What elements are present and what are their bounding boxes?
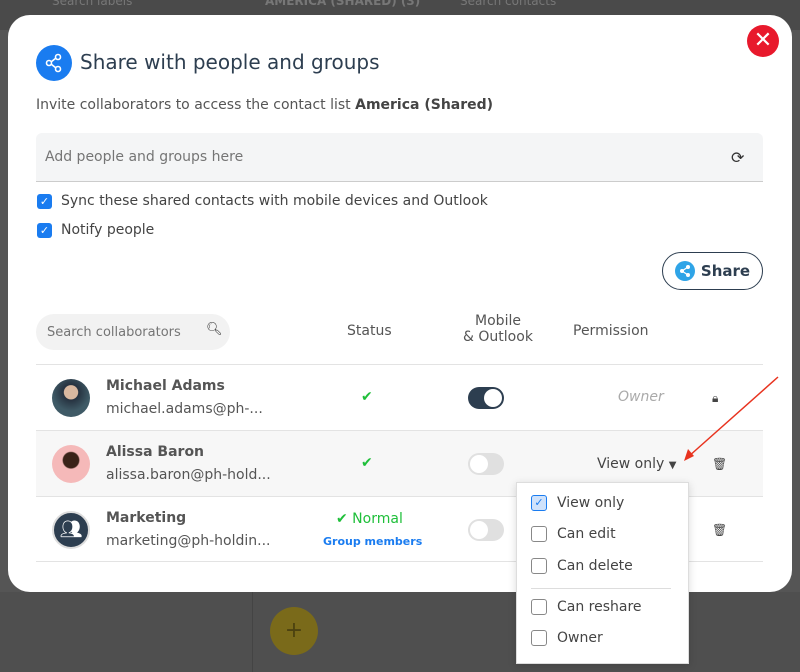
menu-item-owner[interactable]: Owner <box>531 630 603 646</box>
bg-list-header: AMERICA (SHARED) (3) <box>265 0 421 8</box>
avatar <box>52 445 90 483</box>
menu-item-can-reshare[interactable]: Can reshare <box>531 599 642 615</box>
notify-checkbox-row[interactable]: ✓ Notify people <box>37 222 154 238</box>
collaborator-name: Marketing <box>106 510 187 526</box>
dialog-title: Share with people and groups <box>80 50 380 74</box>
status-check-icon: ✔ <box>361 389 373 405</box>
collaborator-email: marketing@ph-holdin... <box>106 533 271 549</box>
list-name: America (Shared) <box>355 97 494 113</box>
column-status: Status <box>347 323 392 339</box>
caret-down-icon: ▼ <box>668 460 677 471</box>
collaborator-email: alissa.baron@ph-hold... <box>106 467 271 483</box>
close-button[interactable]: ✕ <box>747 25 779 57</box>
bg-search-contacts: Search contacts <box>460 0 557 8</box>
permission-owner: Owner <box>618 389 664 405</box>
status-normal: ✔ Normal <box>336 511 403 527</box>
checkbox[interactable] <box>531 558 547 574</box>
dialog-subtitle: Invite collaborators to access the conta… <box>36 97 494 113</box>
bg-search-labels: Search labels <box>52 0 133 8</box>
menu-item-view-only[interactable]: ✓ View only <box>531 495 624 511</box>
share-icon <box>674 261 695 281</box>
collaborator-name: Alissa Baron <box>106 444 205 460</box>
checkbox[interactable] <box>531 630 547 646</box>
checkbox[interactable] <box>531 526 547 542</box>
permission-menu: ✓ View only Can edit Can delete Can resha… <box>516 482 689 664</box>
refresh-icon[interactable]: ⟳ <box>731 148 744 167</box>
share-icon <box>36 45 72 81</box>
notify-checkbox[interactable]: ✓ <box>37 222 52 238</box>
menu-item-can-edit[interactable]: Can edit <box>531 526 616 542</box>
mobile-sync-toggle[interactable] <box>468 387 504 409</box>
sync-checkbox[interactable]: ✓ <box>37 193 52 209</box>
collaborator-name: Michael Adams <box>106 378 225 394</box>
sync-checkbox-row[interactable]: ✓ Sync these shared contacts with mobile … <box>37 193 488 209</box>
column-mobile: Mobile & Outlook <box>463 313 533 345</box>
group-members-link[interactable]: Group members <box>323 535 422 548</box>
status-check-icon: ✔ <box>361 455 373 471</box>
annotation-arrow <box>684 376 779 461</box>
add-people-input[interactable] <box>36 133 763 182</box>
column-permission: Permission <box>573 323 649 339</box>
checkbox-checked[interactable]: ✓ <box>531 495 547 511</box>
share-button[interactable]: Share <box>662 252 763 290</box>
permission-dropdown[interactable]: View only ▼ <box>597 456 676 472</box>
group-icon: 👥︎ <box>52 511 90 549</box>
checkbox[interactable] <box>531 599 547 615</box>
avatar <box>52 379 90 417</box>
mobile-sync-toggle[interactable] <box>468 453 504 475</box>
search-collaborators-input[interactable] <box>36 314 230 350</box>
delete-icon[interactable]: 🗑︎ <box>712 523 727 537</box>
add-contact-fab[interactable]: + <box>270 607 318 655</box>
search-icon[interactable]: 🔍︎ <box>206 322 223 337</box>
menu-item-can-delete[interactable]: Can delete <box>531 558 633 574</box>
collaborator-row: Michael Adams michael.adams@ph-... ✔ Own… <box>36 364 763 430</box>
collaborator-email: michael.adams@ph-... <box>106 401 263 417</box>
mobile-sync-toggle[interactable] <box>468 519 504 541</box>
menu-divider <box>531 588 671 589</box>
